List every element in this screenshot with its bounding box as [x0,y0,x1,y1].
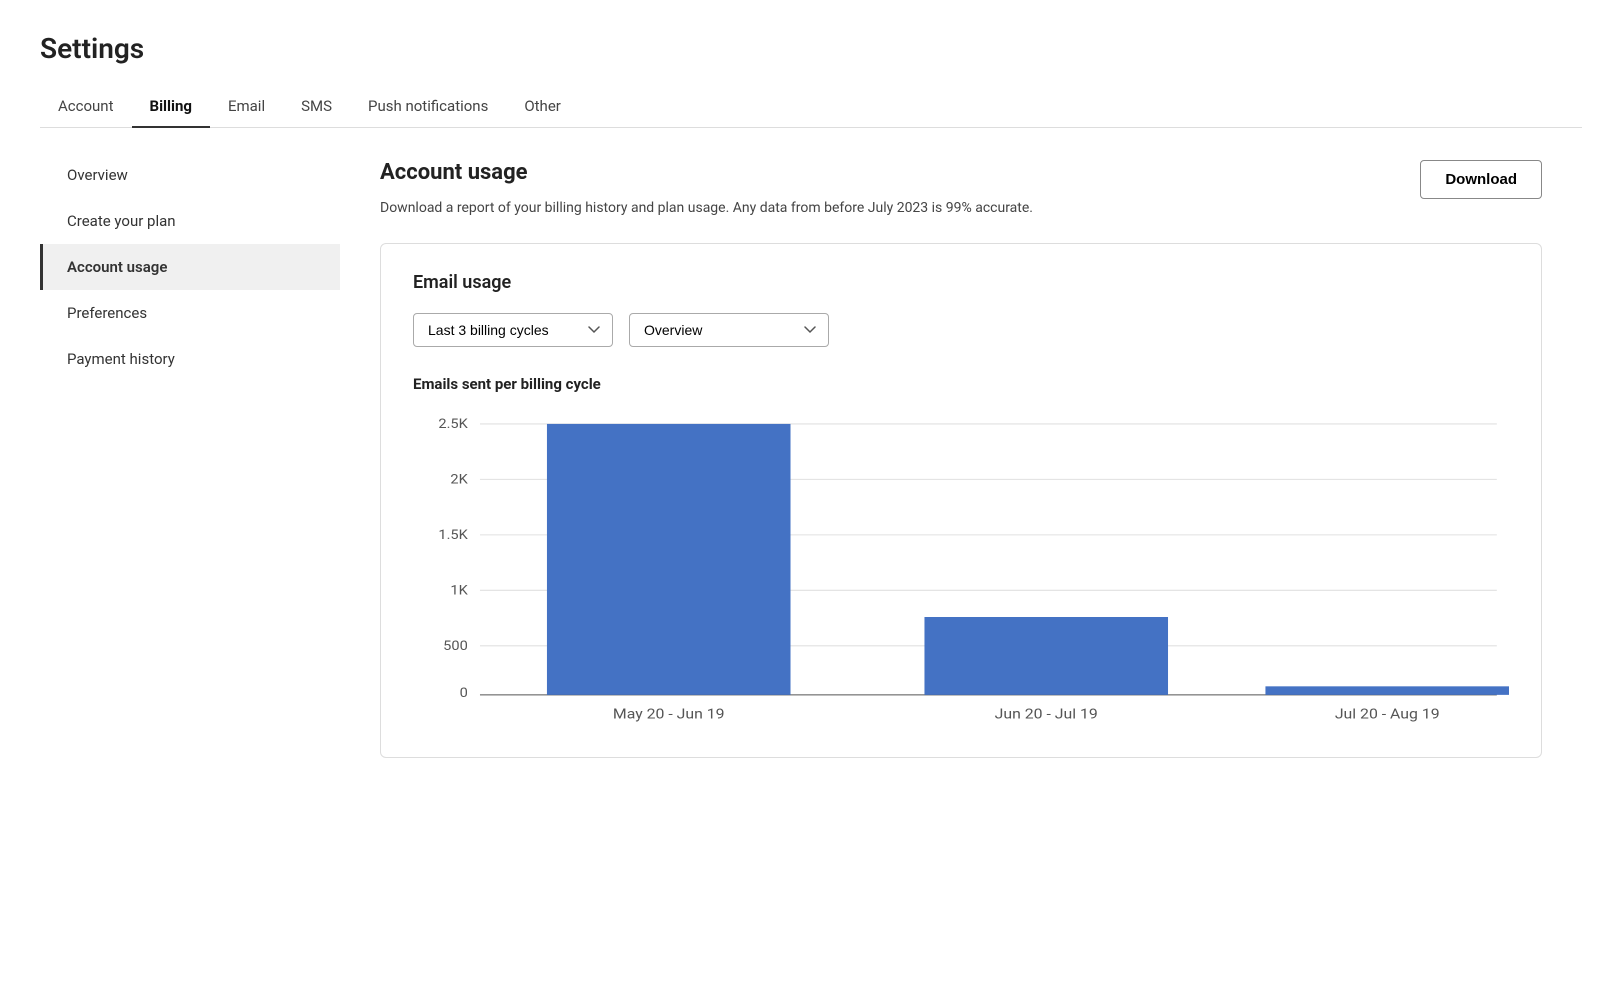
download-button[interactable]: Download [1420,160,1542,199]
svg-text:500: 500 [443,639,468,654]
sidebar-item-account-usage[interactable]: Account usage [40,244,340,290]
card-subtitle: Email usage [413,272,1509,293]
bar-aug [1265,687,1509,696]
sidebar-item-overview[interactable]: Overview [40,152,340,198]
section-desc: Download a report of your billing histor… [380,197,1033,219]
page-container: Settings Account Billing Email SMS Push … [0,0,1622,928]
billing-cycle-filter[interactable]: Last 3 billing cycles Last 6 billing cyc… [413,313,613,347]
sidebar-item-create-plan[interactable]: Create your plan [40,198,340,244]
nav-billing[interactable]: Billing [132,85,210,127]
top-nav: Account Billing Email SMS Push notificat… [40,85,1582,128]
page-title: Settings [40,32,1582,65]
section-title: Account usage [380,160,1033,185]
email-usage-card: Email usage Last 3 billing cycles Last 6… [380,243,1542,758]
bar-jun [924,617,1168,695]
chart-container: 2.5K 2K 1.5K 1K 500 0 [413,409,1509,729]
svg-text:2.5K: 2.5K [438,417,468,432]
sidebar: Overview Create your plan Account usage … [40,128,340,928]
sidebar-item-preferences[interactable]: Preferences [40,290,340,336]
nav-email[interactable]: Email [210,85,283,127]
sidebar-item-payment-history[interactable]: Payment history [40,336,340,382]
content-area: Overview Create your plan Account usage … [40,128,1582,928]
nav-account[interactable]: Account [40,85,132,127]
nav-other[interactable]: Other [506,85,579,127]
bar-may-label: May 20 - Jun 19 [613,706,725,723]
bar-aug-label: Jul 20 - Aug 19 [1335,706,1440,723]
nav-push-notifications[interactable]: Push notifications [350,85,506,127]
main-content: Account usage Download a report of your … [340,128,1582,928]
svg-text:1K: 1K [450,584,468,599]
svg-text:0: 0 [460,686,468,701]
bar-chart: 2.5K 2K 1.5K 1K 500 0 [413,409,1509,729]
view-type-filter[interactable]: Overview Detail [629,313,829,347]
svg-text:2K: 2K [450,473,468,488]
bar-may [547,424,791,695]
filter-row: Last 3 billing cycles Last 6 billing cyc… [413,313,1509,347]
nav-sms[interactable]: SMS [283,85,350,127]
main-header-row: Account usage Download a report of your … [380,160,1542,219]
main-header-text: Account usage Download a report of your … [380,160,1033,219]
svg-text:1.5K: 1.5K [438,528,468,543]
chart-title: Emails sent per billing cycle [413,375,1509,393]
bar-jun-label: Jun 20 - Jul 19 [995,706,1098,723]
